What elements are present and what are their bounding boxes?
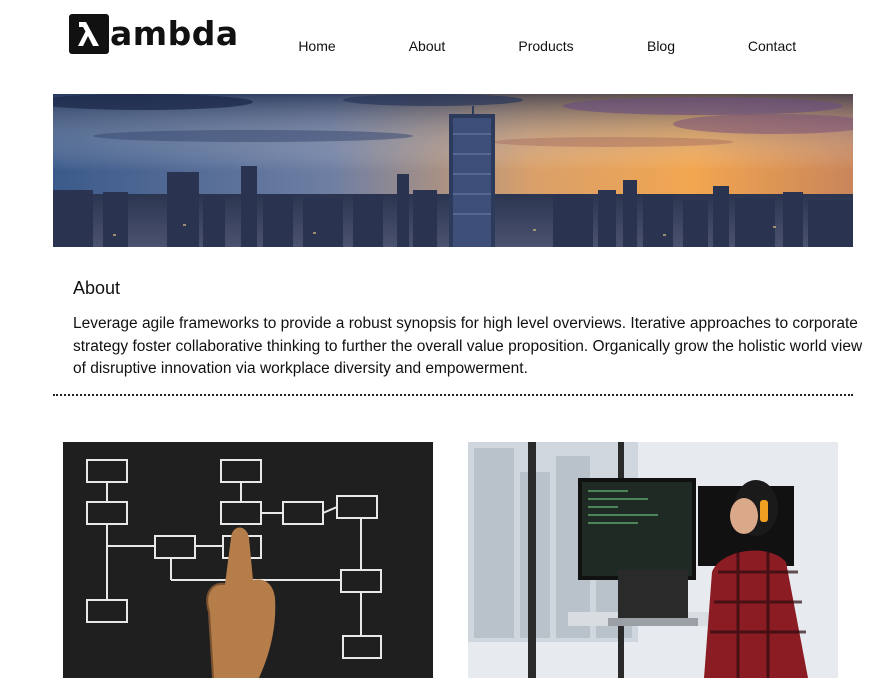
developer-workspace-image: [468, 442, 838, 678]
main-nav: Home About Products Blog Contact: [0, 38, 888, 58]
nav-contact[interactable]: Contact: [748, 38, 796, 54]
nav-home[interactable]: Home: [298, 38, 335, 54]
about-title: About: [73, 278, 121, 298]
nav-blog[interactable]: Blog: [647, 38, 675, 54]
city-skyline-image: [53, 94, 853, 247]
about-text: Leverage agile frameworks to provide a r…: [73, 315, 863, 377]
nav-products[interactable]: Products: [518, 38, 573, 54]
page: ambda Home About Products Blog Contact A…: [0, 0, 888, 698]
flowchart-image: [63, 442, 433, 678]
nav-about[interactable]: About: [409, 38, 446, 54]
hero-image: [53, 94, 853, 247]
section-divider: [53, 394, 853, 396]
